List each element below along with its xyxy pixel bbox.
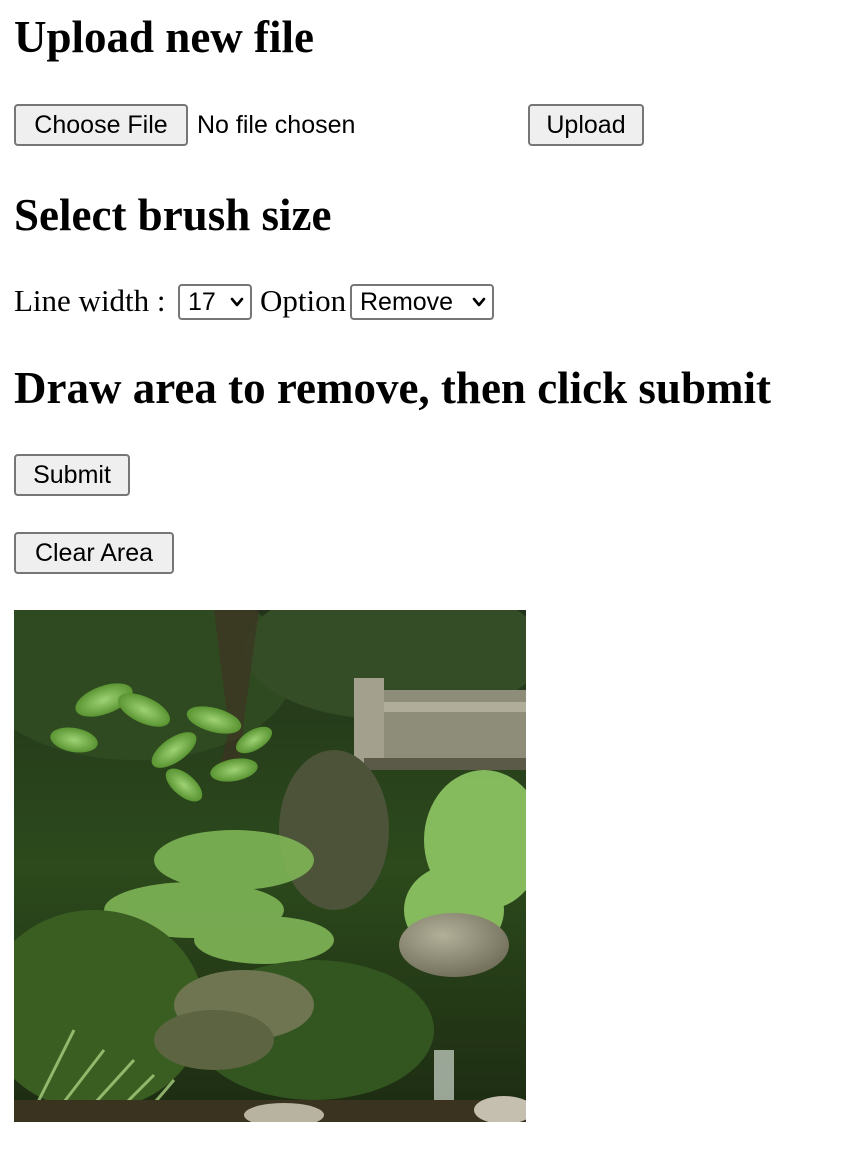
submit-button[interactable]: Submit	[14, 454, 130, 496]
upload-heading: Upload new file	[14, 12, 315, 62]
brush-controls: Line width : 17 Option Remove	[14, 283, 614, 321]
chevron-down-icon	[230, 297, 244, 307]
option-select[interactable]: Remove	[350, 284, 494, 320]
file-status-text: No file chosen	[197, 111, 356, 139]
drawing-canvas[interactable]	[14, 610, 526, 1122]
brush-size-heading: Select brush size	[14, 190, 332, 240]
draw-instructions-heading: Draw area to remove, then click submit	[14, 363, 771, 413]
line-width-label: Line width :	[14, 283, 166, 318]
choose-file-button[interactable]: Choose File	[14, 104, 188, 146]
line-width-value: 17	[188, 288, 216, 316]
clear-area-button[interactable]: Clear Area	[14, 532, 174, 574]
line-width-select[interactable]: 17	[178, 284, 252, 320]
chevron-down-icon	[472, 297, 486, 307]
upload-button[interactable]: Upload	[528, 104, 644, 146]
upload-form: Choose File No file chosen Upload	[14, 104, 714, 146]
option-value: Remove	[360, 288, 454, 316]
option-label: Option	[260, 283, 347, 318]
garden-photo	[14, 610, 526, 1122]
